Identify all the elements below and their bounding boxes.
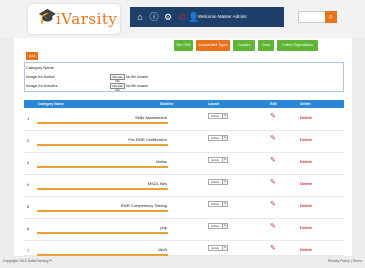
info-icon[interactable]: ⓘ — [148, 11, 160, 23]
edit-icon[interactable]: ✎ — [270, 179, 276, 187]
edit-icon[interactable]: ✎ — [270, 113, 276, 121]
layout-select[interactable]: Active ▼ — [208, 135, 228, 141]
tab-tests[interactable]: Tests — [258, 40, 274, 51]
tab-site-cms[interactable]: Site CMS — [174, 40, 193, 51]
delete-link[interactable]: Delete — [300, 203, 312, 208]
table-row: 2 Pre-EMR Certification Active ▼ ✎ Delete — [24, 131, 344, 153]
layout-value: Active — [211, 202, 220, 206]
add-button[interactable]: Add — [26, 52, 38, 60]
choose-file-inactive-button[interactable]: Choose File — [110, 83, 125, 92]
row-underline — [37, 144, 168, 146]
tab-assessment-types[interactable]: Assessment Types — [196, 40, 230, 51]
table-row: 3 Maths Active ▼ ✎ Delete — [24, 153, 344, 175]
layout-value: Active — [211, 180, 220, 184]
table-row: 7 JAVA Active ▼ ✎ Delete — [24, 241, 344, 256]
category-name-label: Category Name — [26, 65, 55, 70]
layout-value: Active — [211, 136, 220, 140]
table-row: 4 MSDL files Active ▼ ✎ Delete — [24, 175, 344, 197]
chevron-down-icon: ▼ — [222, 158, 227, 162]
tab-online-organization[interactable]: Online Organization — [277, 40, 318, 51]
row-underline — [37, 122, 168, 124]
header: 🎓 iVarsity ⌂ ⓘ ⚙ ⏻ 👤 Welcome Master Admi… — [0, 0, 365, 38]
edit-icon[interactable]: ✎ — [270, 245, 276, 253]
logo-text: iVarsity — [56, 10, 118, 28]
add-category-form: Category Name Image for Active Choose Fi… — [24, 62, 344, 92]
row-number: 2 — [27, 138, 30, 143]
row-number: 5 — [27, 204, 30, 209]
delete-link[interactable]: Delete — [300, 137, 312, 142]
category-name: Pre-EMR Certification — [128, 137, 167, 142]
chevron-down-icon: ▼ — [222, 180, 227, 184]
row-underline — [37, 210, 168, 212]
gear-icon[interactable]: ⚙ — [162, 11, 174, 23]
table-row: 1 Skills Assessment Active ▼ ✎ Delete — [24, 109, 344, 131]
category-name: MSDL files — [147, 181, 167, 186]
logo[interactable]: 🎓 iVarsity — [28, 4, 120, 34]
layout-value: Active — [211, 224, 220, 228]
layout-select[interactable]: Active ▼ — [208, 223, 228, 229]
footer-links[interactable]: Privacy Policy | Terms — [328, 259, 362, 263]
layout-value: Active — [211, 246, 220, 250]
layout-select[interactable]: Active ▼ — [208, 179, 228, 185]
delete-link[interactable]: Delete — [300, 247, 312, 252]
search-icon: ⌕ — [328, 12, 334, 21]
row-underline — [37, 254, 168, 256]
category-name: JAVA — [157, 247, 167, 252]
row-underline — [37, 232, 168, 234]
row-number: 3 — [27, 160, 30, 165]
col-delete: Delete — [300, 102, 311, 106]
edit-icon[interactable]: ✎ — [270, 157, 276, 165]
layout-select[interactable]: Active ▼ — [208, 245, 228, 251]
home-icon[interactable]: ⌂ — [134, 11, 146, 23]
layout-value: Active — [211, 158, 220, 162]
delete-link[interactable]: Delete — [300, 181, 312, 186]
image-active-label: Image for Active — [26, 74, 55, 79]
table-row: 6 php Active ▼ ✎ Delete — [24, 219, 344, 241]
layout-value: Active — [211, 114, 220, 118]
edit-icon[interactable]: ✎ — [270, 201, 276, 209]
no-file-active-text: No file chosen — [126, 75, 149, 79]
delete-link[interactable]: Delete — [300, 159, 312, 164]
category-name: Maths — [156, 159, 167, 164]
row-number: 6 — [27, 226, 30, 231]
row-number: 4 — [27, 182, 30, 187]
graduation-cap-icon: 🎓 — [38, 8, 57, 25]
main-card: Site CMS Assessment Types Courses Tests … — [14, 38, 352, 256]
delete-link[interactable]: Delete — [300, 225, 312, 230]
no-file-inactive-text: No file chosen — [126, 84, 149, 88]
category-name: Skills Assessment — [134, 115, 167, 120]
row-number: 7 — [27, 248, 30, 253]
chevron-down-icon: ▼ — [222, 114, 227, 118]
col-sequence: Sideline — [160, 102, 174, 106]
image-inactive-label: Image for Inactive — [26, 83, 58, 88]
choose-file-active-button[interactable]: Choose File — [110, 74, 125, 83]
row-underline — [37, 188, 168, 190]
top-nav: ⌂ ⓘ ⚙ ⏻ 👤 Welcome Master Admin! — [130, 7, 284, 27]
power-icon[interactable]: ⏻ — [176, 11, 188, 23]
layout-select[interactable]: Active ▼ — [208, 201, 228, 207]
table-row: 5 EMR Competency Testing Active ▼ ✎ Delet… — [24, 197, 344, 219]
chevron-down-icon: ▼ — [222, 246, 227, 250]
chevron-down-icon: ▼ — [222, 136, 227, 140]
col-category-name: Category Name — [38, 102, 64, 106]
chevron-down-icon: ▼ — [222, 202, 227, 206]
edit-icon[interactable]: ✎ — [270, 135, 276, 143]
edit-icon[interactable]: ✎ — [270, 223, 276, 231]
row-number: 1 — [27, 116, 30, 121]
layout-select[interactable]: Active ▼ — [208, 113, 228, 119]
layout-select[interactable]: Active ▼ — [208, 157, 228, 163]
search-button[interactable]: ⌕ — [325, 11, 337, 23]
chevron-down-icon: ▼ — [222, 224, 227, 228]
tab-courses[interactable]: Courses — [233, 40, 255, 51]
category-name: EMR Competency Testing — [120, 203, 167, 208]
delete-link[interactable]: Delete — [300, 115, 312, 120]
footer-copyright: Copyright 2013 SoftaTraining™ — [3, 259, 52, 263]
welcome-text: Welcome Master Admin! — [198, 14, 247, 19]
row-underline — [37, 166, 168, 168]
col-layout: Layout — [208, 102, 220, 106]
col-edit: Edit — [270, 102, 277, 106]
category-name: php — [160, 225, 167, 230]
table-header: Category Name Sideline Layout Edit Delet… — [24, 100, 344, 108]
